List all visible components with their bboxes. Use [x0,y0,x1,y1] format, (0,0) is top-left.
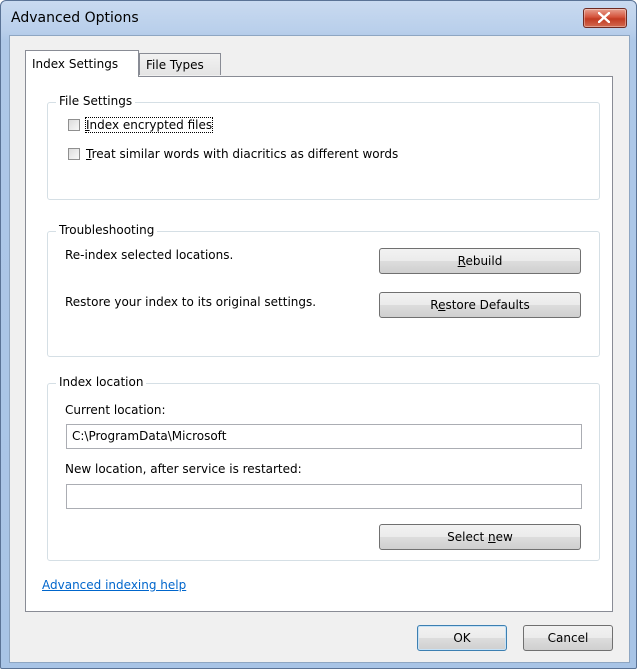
index-encrypted-row: Index encrypted files [68,117,214,133]
title-bar: Advanced Options [1,1,636,35]
window-title: Advanced Options [11,10,139,26]
advanced-indexing-help-link[interactable]: Advanced indexing help [42,578,186,592]
diacritics-row: Treat similar words with diacritics as d… [68,146,398,162]
close-button[interactable] [583,8,627,28]
diacritics-checkbox[interactable] [68,148,80,160]
restore-defaults-button[interactable]: Restore Defaults [379,292,581,318]
file-settings-group: File Settings Index encrypted files Trea… [47,94,600,200]
group-title: Troubleshooting [56,223,158,237]
restore-text: Restore your index to its original setti… [65,295,317,309]
current-location-label: Current location: [65,403,166,417]
diacritics-label[interactable]: Treat similar words with diacritics as d… [86,147,398,161]
new-location-field[interactable] [66,484,582,509]
index-settings-panel: File Settings Index encrypted files Trea… [25,76,613,612]
index-location-group: Index location Current location: C:\Prog… [47,375,600,561]
rebuild-button[interactable]: Rebuild [379,248,581,274]
reindex-text: Re-index selected locations. [65,248,234,262]
cancel-button[interactable]: Cancel [523,625,613,651]
ok-button[interactable]: OK [417,625,507,651]
group-title: File Settings [56,94,136,108]
group-title: Index location [56,375,147,389]
tab-label: Index Settings [32,57,119,71]
index-encrypted-label[interactable]: Index encrypted files [84,117,214,133]
close-icon [598,12,610,23]
advanced-options-window: Advanced Options Index Settings File Typ… [0,0,637,669]
troubleshooting-group: Troubleshooting Re-index selected locati… [47,223,600,357]
index-encrypted-checkbox[interactable] [68,119,80,131]
select-new-button[interactable]: Select new [379,524,581,550]
tab-file-types[interactable]: File Types [139,53,221,75]
tab-index-settings[interactable]: Index Settings [25,50,139,77]
tab-label: File Types [146,58,204,72]
current-location-field[interactable]: C:\ProgramData\Microsoft [66,424,582,449]
dialog-client-area: Index Settings File Types File Settings … [9,35,630,663]
new-location-label: New location, after service is restarted… [65,462,302,476]
